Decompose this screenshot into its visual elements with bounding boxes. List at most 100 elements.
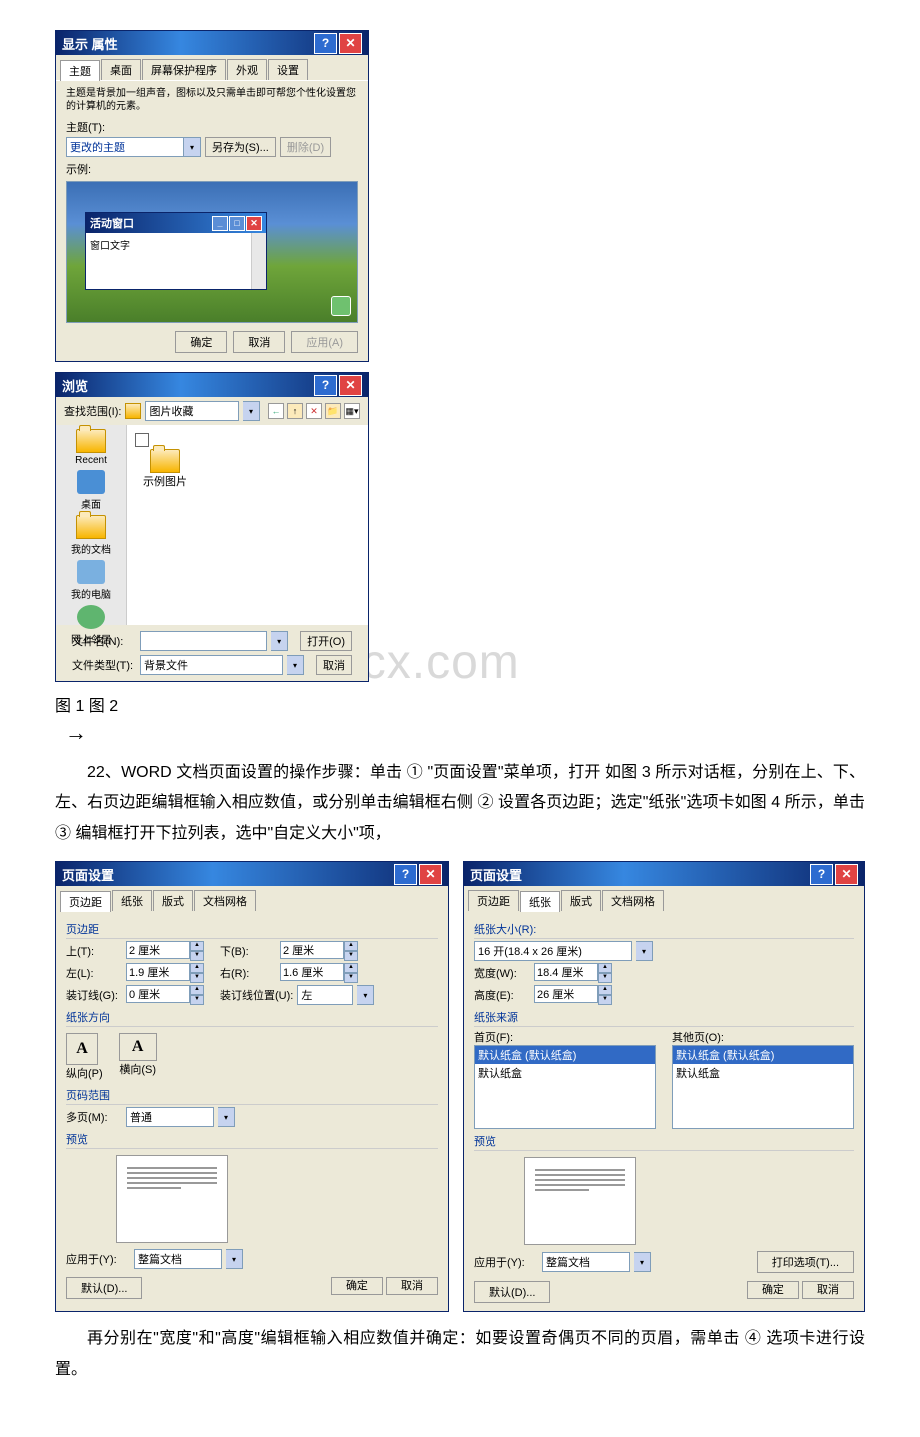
close-icon[interactable]: ✕ xyxy=(339,33,362,54)
ok-button[interactable]: 确定 xyxy=(331,1277,383,1295)
right-label: 右(R): xyxy=(220,965,276,981)
tab-paper[interactable]: 纸张 xyxy=(520,891,560,912)
chevron-down-icon[interactable]: ▾ xyxy=(287,655,304,675)
close-icon[interactable]: ✕ xyxy=(419,864,442,885)
delete-button: 删除(D) xyxy=(280,137,331,157)
spinner[interactable]: ▲▼ xyxy=(190,985,204,1005)
place-desktop[interactable]: 桌面 xyxy=(77,470,105,511)
default-button[interactable]: 默认(D)... xyxy=(66,1277,142,1299)
newfolder-icon[interactable]: 📁 xyxy=(325,403,341,419)
tab-bar: 主题 桌面 屏幕保护程序 外观 设置 xyxy=(56,55,368,80)
cancel-button[interactable]: 取消 xyxy=(386,1277,438,1295)
chevron-down-icon[interactable]: ▾ xyxy=(357,985,374,1005)
cancel-button[interactable]: 取消 xyxy=(233,331,285,353)
ok-button[interactable]: 确定 xyxy=(747,1281,799,1299)
tab-margin[interactable]: 页边距 xyxy=(60,891,111,912)
filetype-combo[interactable]: 背景文件 xyxy=(140,655,283,675)
delete-icon[interactable]: ✕ xyxy=(306,403,322,419)
file-area[interactable]: 示例图片 xyxy=(127,425,368,625)
printoptions-button[interactable]: 打印选项(T)... xyxy=(757,1251,854,1273)
spinner[interactable]: ▲▼ xyxy=(190,941,204,961)
group-margin: 页边距 xyxy=(66,921,438,939)
top-input[interactable] xyxy=(126,941,190,959)
default-button[interactable]: 默认(D)... xyxy=(474,1281,550,1303)
multi-combo[interactable]: 普通 xyxy=(126,1107,214,1127)
chevron-down-icon[interactable]: ▾ xyxy=(184,137,201,157)
height-input[interactable] xyxy=(534,985,598,1003)
chevron-down-icon[interactable]: ▾ xyxy=(243,401,260,421)
landscape-icon[interactable]: A xyxy=(119,1033,157,1061)
spinner[interactable]: ▲▼ xyxy=(344,963,358,983)
help-icon[interactable]: ? xyxy=(810,864,833,885)
help-icon[interactable]: ? xyxy=(314,375,337,396)
chevron-down-icon[interactable]: ▾ xyxy=(636,941,653,961)
applyto-combo[interactable]: 整篇文档 xyxy=(134,1249,222,1269)
up-icon[interactable]: ↑ xyxy=(287,403,303,419)
tab-grid[interactable]: 文档网格 xyxy=(602,890,664,911)
height-label: 高度(E): xyxy=(474,987,530,1003)
cancel-button[interactable]: 取消 xyxy=(316,655,352,675)
tab-appearance[interactable]: 外观 xyxy=(227,59,267,80)
maximize-icon: □ xyxy=(229,216,245,231)
close-icon[interactable]: ✕ xyxy=(835,864,858,885)
tab-settings[interactable]: 设置 xyxy=(268,59,308,80)
chevron-down-icon[interactable]: ▾ xyxy=(226,1249,243,1269)
filetype-label: 文件类型(T): xyxy=(72,657,136,673)
place-recent[interactable]: Recent xyxy=(75,429,107,466)
right-input[interactable] xyxy=(280,963,344,981)
portrait-icon[interactable]: A xyxy=(66,1033,98,1065)
folder-icon[interactable] xyxy=(150,449,180,473)
folder-icon xyxy=(125,403,141,419)
tab-grid[interactable]: 文档网格 xyxy=(194,890,256,911)
views-icon[interactable]: ▦▾ xyxy=(344,403,360,419)
help-icon[interactable]: ? xyxy=(314,33,337,54)
gutterpos-combo[interactable]: 左 xyxy=(297,985,353,1005)
mini-window-text: 窗口文字 xyxy=(90,241,130,252)
applyto-combo[interactable]: 整篇文档 xyxy=(542,1252,630,1272)
preview-box xyxy=(116,1155,228,1243)
tab-desktop[interactable]: 桌面 xyxy=(101,59,141,80)
tab-layout[interactable]: 版式 xyxy=(153,890,193,911)
recycle-bin-icon xyxy=(331,296,351,316)
spinner[interactable]: ▲▼ xyxy=(344,941,358,961)
open-button[interactable]: 打开(O) xyxy=(300,631,352,651)
theme-combo[interactable]: 更改的主题 xyxy=(66,137,184,157)
spinner[interactable]: ▲▼ xyxy=(598,963,612,983)
papersize-combo[interactable]: 16 开(18.4 x 26 厘米) xyxy=(474,941,632,961)
back-icon[interactable]: ← xyxy=(268,403,284,419)
left-input[interactable] xyxy=(126,963,190,981)
firstpage-label: 首页(F): xyxy=(474,1029,656,1045)
tab-screensaver[interactable]: 屏幕保护程序 xyxy=(142,59,226,80)
cancel-button[interactable]: 取消 xyxy=(802,1281,854,1299)
help-icon[interactable]: ? xyxy=(394,864,417,885)
lookin-combo[interactable]: 图片收藏 xyxy=(145,401,239,421)
tab-margin[interactable]: 页边距 xyxy=(468,890,519,911)
page-setup-paper-dialog: 页面设置?✕ 页边距 纸张 版式 文档网格 纸张大小(R): 16 开(18.4… xyxy=(463,861,865,1312)
group-preview: 预览 xyxy=(66,1131,438,1149)
chevron-down-icon[interactable]: ▾ xyxy=(218,1107,235,1127)
close-icon[interactable]: ✕ xyxy=(339,375,362,396)
otherpage-listbox[interactable]: 默认纸盒 (默认纸盒)默认纸盒 xyxy=(672,1045,854,1129)
tab-theme[interactable]: 主题 xyxy=(60,60,100,81)
paragraph-22: 22、WORD 文档页面设置的操作步骤：单击 ① "页面设置"菜单项，打开 如图… xyxy=(55,758,865,849)
tab-layout[interactable]: 版式 xyxy=(561,890,601,911)
browse-dialog: 浏览 ? ✕ 查找范围(I): 图片收藏 ▾ ← ↑ ✕ 📁 ▦▾ Recent… xyxy=(55,372,369,682)
ok-button[interactable]: 确定 xyxy=(175,331,227,353)
place-mydocs[interactable]: 我的文档 xyxy=(71,515,111,556)
place-mycomputer[interactable]: 我的电脑 xyxy=(71,560,111,601)
gutter-input[interactable] xyxy=(126,985,190,1003)
bottom-input[interactable] xyxy=(280,941,344,959)
filename-input[interactable] xyxy=(140,631,267,651)
chevron-down-icon[interactable]: ▾ xyxy=(271,631,288,651)
save-as-button[interactable]: 另存为(S)... xyxy=(205,137,276,157)
spinner[interactable]: ▲▼ xyxy=(190,963,204,983)
firstpage-listbox[interactable]: 默认纸盒 (默认纸盒)默认纸盒 xyxy=(474,1045,656,1129)
filename-label: 文件名(N): xyxy=(72,633,136,649)
shortcut-icon xyxy=(135,433,149,447)
width-input[interactable] xyxy=(534,963,598,981)
tab-paper[interactable]: 纸张 xyxy=(112,890,152,911)
chevron-down-icon[interactable]: ▾ xyxy=(634,1252,651,1272)
display-properties-dialog: 显示 属性 ? ✕ 主题 桌面 屏幕保护程序 外观 设置 主题是背景加一组声音，… xyxy=(55,30,369,362)
group-papersource: 纸张来源 xyxy=(474,1009,854,1027)
spinner[interactable]: ▲▼ xyxy=(598,985,612,1005)
